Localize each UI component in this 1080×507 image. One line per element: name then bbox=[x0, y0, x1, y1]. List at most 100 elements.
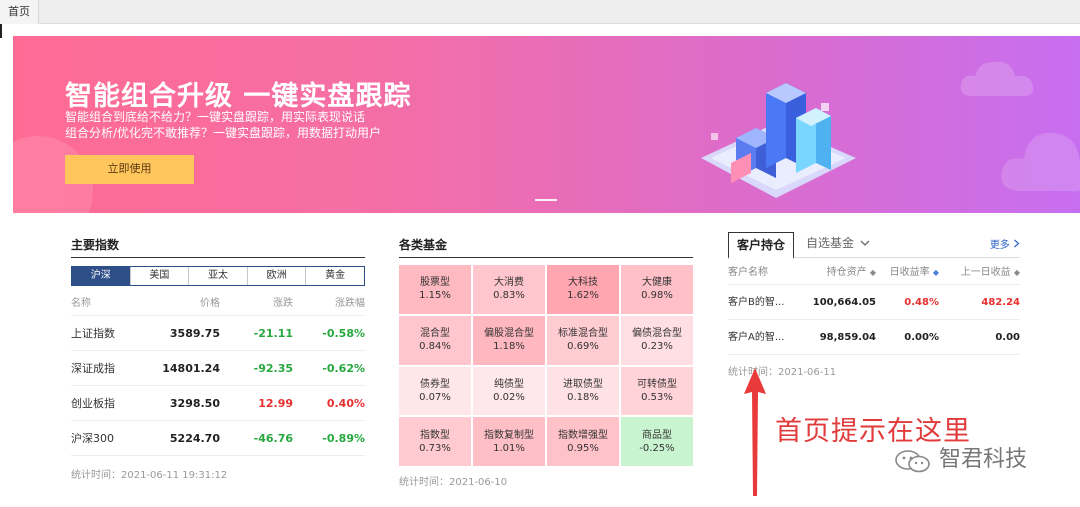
index-name: 创业板指 bbox=[71, 397, 115, 410]
carousel-indicator[interactable] bbox=[535, 199, 557, 201]
fund-category-cell[interactable]: 指数型 0.73% bbox=[399, 417, 471, 466]
fund-category-cell[interactable]: 进取债型 0.18% bbox=[547, 366, 619, 416]
fund-category-cell[interactable]: 标准混合型 0.69% bbox=[547, 315, 619, 365]
fund-category-cell[interactable]: 可转债型 0.53% bbox=[621, 366, 693, 416]
column-header: 涨跌 bbox=[273, 298, 293, 309]
panel-header: 主要指数 bbox=[71, 228, 365, 258]
tab-watchlist-funds[interactable]: 自选基金 bbox=[806, 234, 870, 252]
customer-name[interactable]: 客户B的智... bbox=[728, 285, 784, 320]
banner-subtitle-2: 组合分析/优化完不敢推荐？一键实盘跟踪，用数据打动用户 bbox=[65, 126, 382, 140]
indices-table: 名称 价格 涨跌 涨跌幅 上证指数 3589.75 -21.11 -0.58% … bbox=[71, 292, 365, 456]
more-link[interactable]: 更多 bbox=[990, 236, 1020, 251]
segment-asia-pacific[interactable]: 亚太 bbox=[189, 267, 248, 285]
fund-category-name: 可转债型 bbox=[637, 378, 677, 390]
column-header: 客户名称 bbox=[728, 267, 768, 278]
promo-banner[interactable]: 智能组合升级 一键实盘跟踪 智能组合到底给不给力？一键实盘跟踪，用实际表现说话 … bbox=[13, 36, 1080, 213]
fund-category-return: 0.53% bbox=[641, 391, 673, 403]
fund-category-cell[interactable]: 偏债混合型 0.23% bbox=[621, 315, 693, 365]
index-price: 5224.70 bbox=[169, 432, 220, 445]
sortable-column-header[interactable]: 上一日收益 ◆ bbox=[961, 261, 1020, 285]
chevron-right-icon bbox=[1014, 239, 1020, 248]
previous-day-income: 482.24 bbox=[981, 297, 1020, 308]
fund-category-name: 指数型 bbox=[420, 429, 450, 441]
fund-category-return: 0.18% bbox=[567, 391, 599, 403]
table-row[interactable]: 客户B的智... 100,664.05 0.48% 482.24 bbox=[728, 285, 1020, 320]
fund-category-cell[interactable]: 商品型 -0.25% bbox=[621, 417, 693, 466]
fund-category-name: 混合型 bbox=[420, 328, 450, 340]
fund-category-return: 0.69% bbox=[567, 341, 599, 353]
try-now-button[interactable]: 立即使用 bbox=[65, 155, 194, 184]
column-label: 日收益率 bbox=[889, 267, 930, 278]
fund-category-return: 0.98% bbox=[641, 290, 673, 302]
annotation-text: 首页提示在这里 bbox=[775, 416, 971, 447]
customer-name[interactable]: 客户A的智... bbox=[728, 320, 784, 355]
fund-category-return: 0.23% bbox=[641, 341, 673, 353]
fund-category-cell[interactable]: 股票型 1.15% bbox=[399, 265, 471, 314]
index-price: 14801.24 bbox=[162, 362, 220, 375]
table-row[interactable]: 创业板指 3298.50 12.99 0.40% bbox=[71, 386, 365, 421]
sortable-column-header[interactable]: 日收益率 ◆ bbox=[890, 261, 939, 285]
table-row[interactable]: 沪深300 5224.70 -46.76 -0.89% bbox=[71, 421, 365, 456]
fund-category-return: 0.84% bbox=[419, 341, 451, 353]
index-change-pct: -0.89% bbox=[322, 432, 365, 445]
fund-category-cell[interactable]: 指数增强型 0.95% bbox=[547, 417, 619, 466]
index-change: -92.35 bbox=[253, 362, 293, 375]
banner-subtitle-1: 智能组合到底给不给力？一键实盘跟踪，用实际表现说话 bbox=[65, 110, 366, 124]
fund-category-name: 指数增强型 bbox=[558, 429, 608, 441]
chevron-down-icon bbox=[860, 240, 870, 246]
index-change: -21.11 bbox=[253, 327, 293, 340]
fund-category-name: 纯债型 bbox=[494, 378, 524, 390]
table-row[interactable]: 客户A的智... 98,859.04 0.00% 0.00 bbox=[728, 320, 1020, 355]
fund-category-name: 商品型 bbox=[642, 429, 672, 441]
fund-category-return: 0.83% bbox=[493, 290, 525, 302]
segment-us[interactable]: 美国 bbox=[130, 267, 190, 285]
more-label: 更多 bbox=[989, 240, 1010, 251]
fund-category-name: 债券型 bbox=[420, 378, 450, 390]
fund-category-cell[interactable]: 大健康 0.98% bbox=[621, 265, 693, 314]
sortable-column-header[interactable]: 持仓资产 ◆ bbox=[827, 261, 876, 285]
segment-europe[interactable]: 欧洲 bbox=[247, 267, 307, 285]
tab-customer-holdings[interactable]: 客户持仓 bbox=[728, 232, 794, 259]
column-label: 上一日收益 bbox=[960, 267, 1011, 278]
fund-category-cell[interactable]: 大科技 1.62% bbox=[547, 265, 619, 314]
isometric-city-illustration bbox=[701, 83, 856, 198]
fund-category-cell[interactable]: 混合型 0.84% bbox=[399, 315, 471, 365]
fund-category-cell[interactable]: 大消费 0.83% bbox=[473, 265, 545, 314]
daily-return: 0.00% bbox=[904, 332, 939, 343]
fund-category-name: 标准混合型 bbox=[558, 328, 608, 340]
segment-gold[interactable]: 黄金 bbox=[306, 267, 364, 285]
segment-hushen[interactable]: 沪深 bbox=[72, 267, 131, 285]
fund-category-cell[interactable]: 债券型 0.07% bbox=[399, 366, 471, 416]
column-header: 价格 bbox=[200, 298, 220, 309]
left-edge-marker bbox=[0, 24, 2, 38]
cloud-decor-icon bbox=[1001, 132, 1080, 192]
fund-category-cell[interactable]: 指数复制型 1.01% bbox=[473, 417, 545, 466]
index-price: 3298.50 bbox=[169, 397, 220, 410]
fund-category-return: 1.01% bbox=[493, 442, 525, 454]
funds-timestamp: 统计时间：2021-06-10 bbox=[399, 477, 508, 488]
major-indices-panel: 主要指数 沪深 美国 亚太 欧洲 黄金 名称 价格 涨跌 涨跌幅 上证指数 35… bbox=[71, 228, 365, 481]
fund-category-return: -0.25% bbox=[639, 442, 675, 454]
fund-category-name: 股票型 bbox=[420, 277, 450, 289]
table-row[interactable]: 上证指数 3589.75 -21.11 -0.58% bbox=[71, 316, 365, 351]
panel-title: 主要指数 bbox=[71, 238, 120, 252]
fund-category-cell[interactable]: 偏股混合型 1.18% bbox=[473, 315, 545, 365]
table-row[interactable]: 深证成指 14801.24 -92.35 -0.62% bbox=[71, 351, 365, 386]
panel-title: 各类基金 bbox=[399, 238, 448, 252]
indices-timestamp: 统计时间：2021-06-11 19:31:12 bbox=[71, 470, 228, 481]
fund-category-return: 1.62% bbox=[567, 290, 599, 302]
fund-category-cell[interactable]: 纯债型 0.02% bbox=[473, 366, 545, 416]
fund-category-name: 偏债混合型 bbox=[632, 328, 682, 340]
index-price: 3589.75 bbox=[169, 327, 220, 340]
index-name: 上证指数 bbox=[71, 327, 115, 340]
fund-category-name: 偏股混合型 bbox=[484, 328, 534, 340]
fund-category-name: 进取债型 bbox=[563, 378, 603, 390]
index-change-pct: 0.40% bbox=[326, 397, 365, 410]
fund-categories-panel: 各类基金 股票型 1.15% 大消费 0.83% 大科技 1.62% 大健康 0.98% 混合型… bbox=[399, 228, 693, 488]
column-header: 名称 bbox=[71, 298, 91, 309]
holdings-table: 客户名称 持仓资产 ◆ 日收益率 ◆ 上一日收益 ◆ 客户B的智... 100,… bbox=[728, 261, 1020, 355]
fund-category-name: 大科技 bbox=[568, 277, 598, 289]
fund-category-return: 0.95% bbox=[567, 442, 599, 454]
tab-home[interactable]: 首页 bbox=[0, 0, 39, 24]
sort-icon: ◆ bbox=[869, 268, 876, 277]
